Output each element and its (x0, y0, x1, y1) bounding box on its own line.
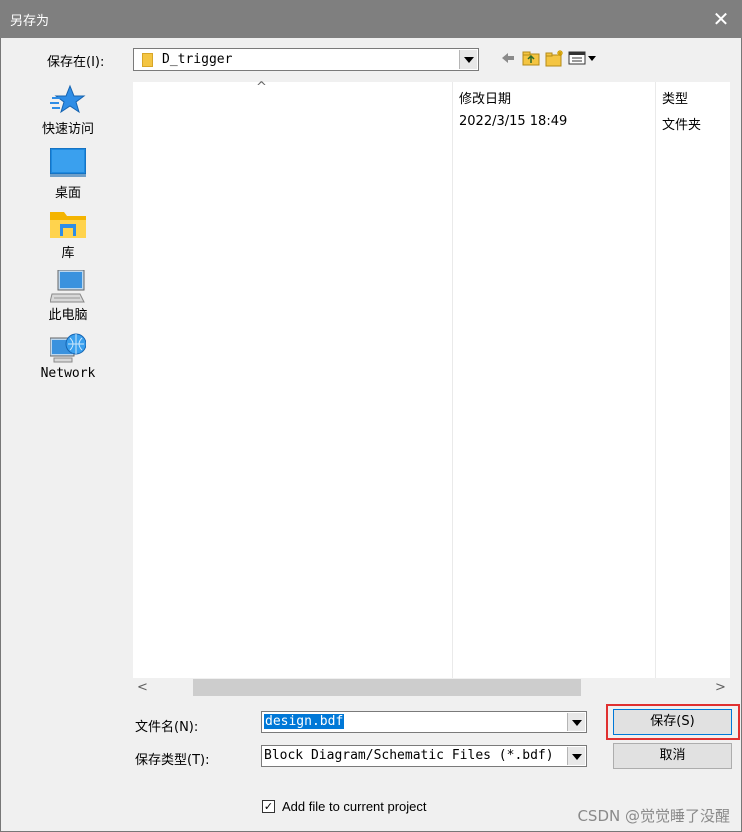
place-label: 此电脑 (48, 308, 88, 323)
chevron-down-icon[interactable] (567, 747, 585, 765)
close-button[interactable]: ✕ (706, 4, 736, 34)
filetype-label: 保存类型(T): (135, 753, 210, 768)
scroll-right-button[interactable]: > (711, 678, 730, 697)
save-in-label: 保存在(I): (47, 55, 105, 70)
filetype-select[interactable]: Block Diagram/Schematic Files (*.bdf) (261, 745, 587, 767)
new-folder-icon[interactable] (545, 48, 565, 68)
library-icon (50, 208, 86, 240)
place-label: 桌面 (54, 186, 81, 201)
column-divider (452, 82, 453, 678)
place-desktop[interactable]: 桌面 (30, 147, 106, 201)
window-title: 另存为 (10, 14, 50, 29)
place-quick-access[interactable]: 快速访问 (30, 84, 106, 137)
column-divider (655, 82, 656, 678)
sort-arrow-icon: ^ (256, 80, 267, 95)
place-network[interactable]: Network (30, 332, 106, 381)
scroll-left-button[interactable]: < (133, 678, 152, 697)
desktop-icon (49, 147, 87, 180)
row-type[interactable]: 文件夹 (662, 114, 701, 133)
view-menu-icon[interactable] (568, 50, 598, 66)
filetype-value: Block Diagram/Schematic Files (*.bdf) (264, 748, 554, 763)
filename-label: 文件名(N): (135, 720, 199, 735)
title-bar: 另存为 ✕ (0, 0, 742, 38)
chevron-down-icon[interactable] (567, 713, 585, 731)
place-this-pc[interactable]: 此电脑 (30, 269, 106, 323)
save-button[interactable]: 保存(S) (613, 709, 732, 735)
filename-combo[interactable]: design.bdf (261, 711, 587, 733)
place-label: Network (40, 366, 96, 381)
network-icon (49, 332, 87, 364)
add-to-project-label[interactable]: Add file to current project (282, 799, 427, 814)
filename-input[interactable]: design.bdf (264, 714, 345, 729)
save-in-value: D_trigger (162, 52, 233, 67)
column-header-type[interactable]: 类型 (662, 88, 688, 107)
up-folder-icon[interactable] (522, 49, 540, 67)
folder-icon (142, 53, 153, 67)
file-list[interactable]: ^ 修改日期 类型 2022/3/15 18:49 文件夹 (133, 80, 730, 678)
add-to-project-checkbox[interactable]: ✓ (262, 800, 275, 813)
star-icon (50, 84, 86, 116)
watermark-text: CSDN @觉觉睡了没醒 (577, 807, 730, 825)
chevron-down-icon[interactable] (459, 50, 477, 69)
place-label: 库 (61, 246, 75, 261)
computer-icon (49, 269, 86, 303)
save-in-combo[interactable]: D_trigger (133, 48, 479, 71)
place-library[interactable]: 库 (30, 208, 106, 261)
horizontal-scrollbar[interactable]: < > (133, 678, 730, 697)
back-arrow-icon[interactable] (500, 49, 516, 67)
cancel-button[interactable]: 取消 (613, 743, 732, 769)
row-modified[interactable]: 2022/3/15 18:49 (459, 114, 567, 129)
scroll-thumb[interactable] (193, 679, 581, 696)
place-label: 快速访问 (41, 122, 94, 137)
column-header-modified[interactable]: 修改日期 (459, 88, 511, 107)
